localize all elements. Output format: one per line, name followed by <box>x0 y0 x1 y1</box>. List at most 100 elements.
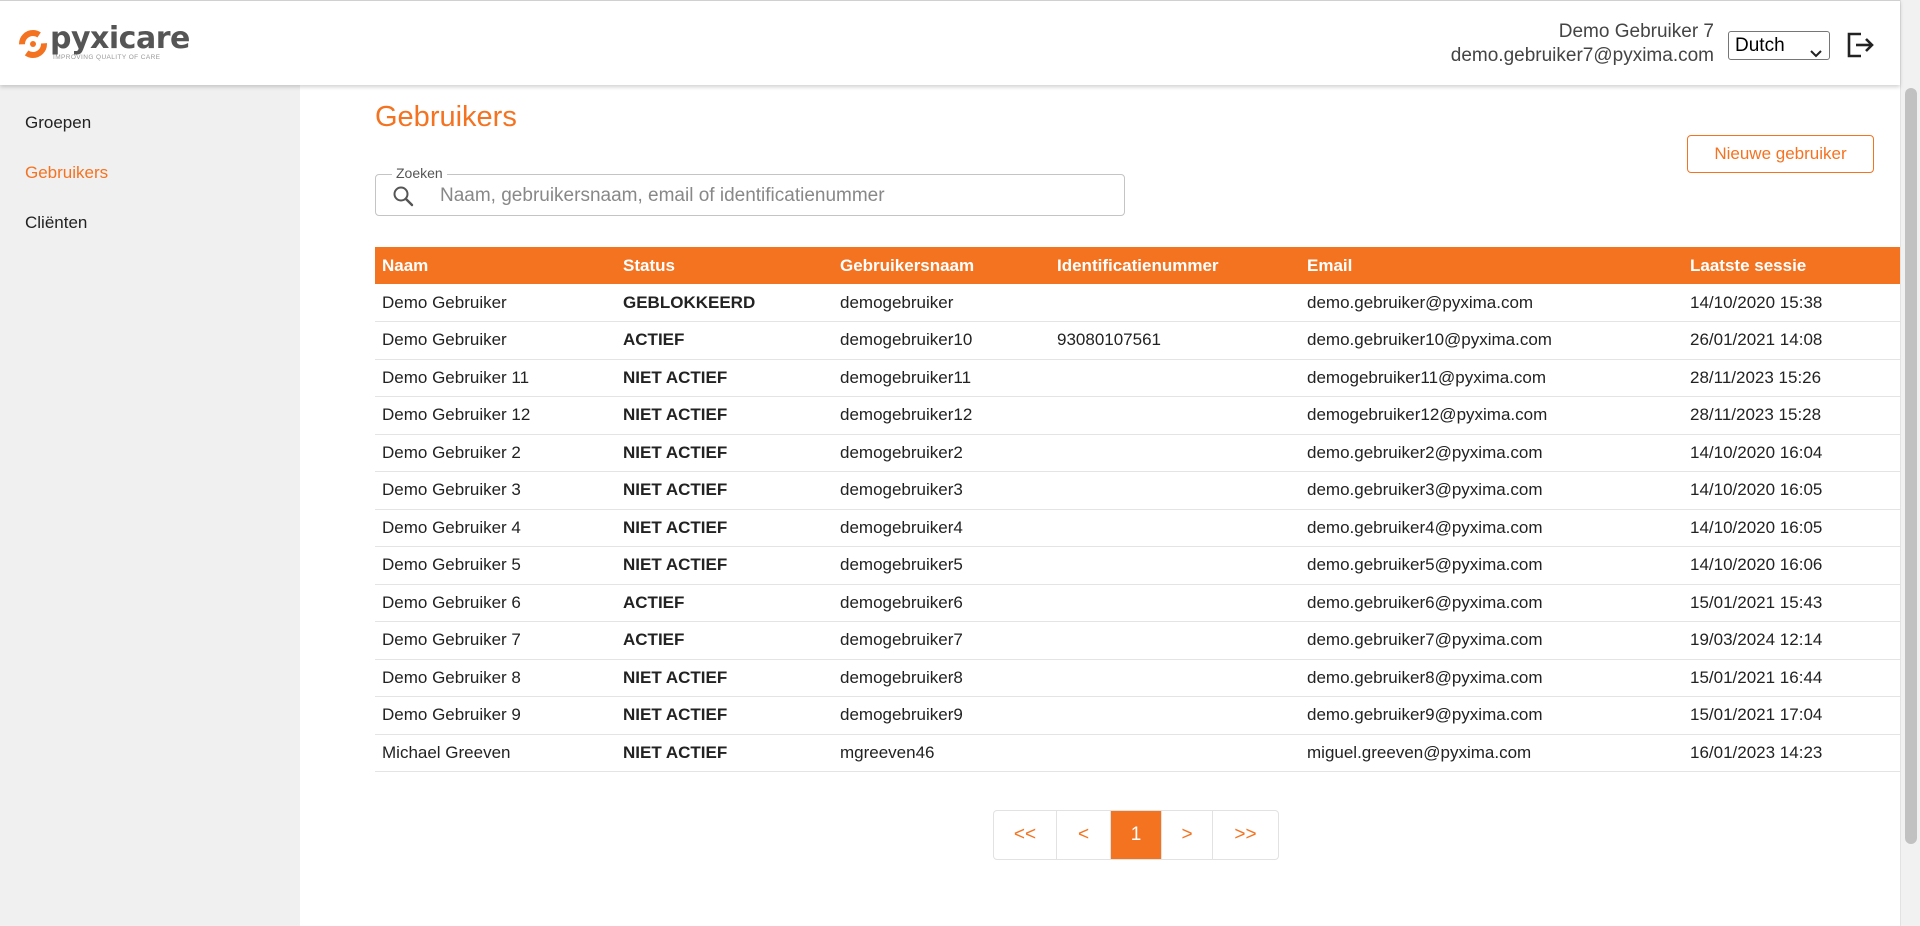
cell-naam: Demo Gebruiker 6 <box>375 584 616 622</box>
cell-status: NIET ACTIEF <box>616 659 833 697</box>
language-select-value: Dutch <box>1735 34 1785 56</box>
table-row[interactable]: Demo Gebruiker 7 ACTIEF demogebruiker7 d… <box>375 621 1900 660</box>
users-table: Naam Status Gebruikersnaam Identificatie… <box>375 247 1900 772</box>
cell-naam: Demo Gebruiker 12 <box>375 396 616 435</box>
column-header-email[interactable]: Email <box>1300 247 1683 284</box>
cell-gebruikersnaam: demogebruiker2 <box>833 434 1050 472</box>
table-row[interactable]: Demo Gebruiker GEBLOKKEERD demogebruiker… <box>375 284 1900 322</box>
cell-laatste-sessie: 14/10/2020 16:05 <box>1683 509 1900 547</box>
cell-status: NIET ACTIEF <box>616 359 833 397</box>
table-header-row: Naam Status Gebruikersnaam Identificatie… <box>375 247 1900 284</box>
cell-laatste-sessie: 28/11/2023 15:28 <box>1683 396 1900 435</box>
cell-identificatienummer <box>1050 359 1300 397</box>
column-header-identificatienummer[interactable]: Identificatienummer <box>1050 247 1300 284</box>
search-label: Zoeken <box>392 165 447 181</box>
scrollbar-thumb[interactable] <box>1905 88 1917 844</box>
pagination: << < 1 > >> <box>993 810 1279 860</box>
cell-email: demo.gebruiker@pyxima.com <box>1300 284 1683 322</box>
pagination-first-button[interactable]: << <box>994 811 1057 859</box>
cell-naam: Demo Gebruiker 5 <box>375 546 616 585</box>
cell-email: demo.gebruiker5@pyxima.com <box>1300 546 1683 585</box>
cell-identificatienummer <box>1050 434 1300 472</box>
logo-tagline: IMPROVING QUALITY OF CARE <box>53 54 161 61</box>
cell-email: demo.gebruiker4@pyxima.com <box>1300 509 1683 547</box>
table-row[interactable]: Demo Gebruiker 3 NIET ACTIEF demogebruik… <box>375 471 1900 510</box>
cell-gebruikersnaam: demogebruiker5 <box>833 546 1050 585</box>
cell-email: demo.gebruiker2@pyxima.com <box>1300 434 1683 472</box>
cell-gebruikersnaam: mgreeven46 <box>833 734 1050 772</box>
cell-identificatienummer <box>1050 284 1300 322</box>
cell-naam: Demo Gebruiker 4 <box>375 509 616 547</box>
cell-naam: Demo Gebruiker <box>375 321 616 360</box>
search-icon <box>392 185 414 207</box>
pagination-next-button[interactable]: > <box>1162 811 1213 859</box>
language-select[interactable]: Dutch <box>1728 31 1830 60</box>
cell-identificatienummer <box>1050 734 1300 772</box>
search-field[interactable]: Zoeken <box>375 165 1125 216</box>
cell-identificatienummer: 93080107561 <box>1050 321 1300 360</box>
sidebar-item-groepen[interactable]: Groepen <box>25 113 91 133</box>
cell-identificatienummer <box>1050 471 1300 510</box>
cell-laatste-sessie: 14/10/2020 16:05 <box>1683 471 1900 510</box>
new-user-button[interactable]: Nieuwe gebruiker <box>1687 135 1874 173</box>
table-row[interactable]: Michael Greeven NIET ACTIEF mgreeven46 m… <box>375 734 1900 772</box>
column-header-status[interactable]: Status <box>616 247 833 284</box>
cell-naam: Demo Gebruiker 9 <box>375 696 616 735</box>
cell-naam: Demo Gebruiker 8 <box>375 659 616 697</box>
column-header-naam[interactable]: Naam <box>375 247 616 284</box>
table-row[interactable]: Demo Gebruiker 12 NIET ACTIEF demogebrui… <box>375 396 1900 435</box>
table-row[interactable]: Demo Gebruiker 6 ACTIEF demogebruiker6 d… <box>375 584 1900 622</box>
current-user-name: Demo Gebruiker 7 <box>1558 21 1714 42</box>
table-row[interactable]: Demo Gebruiker 4 NIET ACTIEF demogebruik… <box>375 509 1900 547</box>
cell-status: NIET ACTIEF <box>616 434 833 472</box>
cell-status: NIET ACTIEF <box>616 696 833 735</box>
table-row[interactable]: Demo Gebruiker 5 NIET ACTIEF demogebruik… <box>375 546 1900 585</box>
pagination-prev-button[interactable]: < <box>1057 811 1111 859</box>
logo[interactable]: pyxicare IMPROVING QUALITY OF CARE <box>18 23 190 63</box>
cell-gebruikersnaam: demogebruiker12 <box>833 396 1050 435</box>
cell-email: demo.gebruiker6@pyxima.com <box>1300 584 1683 622</box>
cell-gebruikersnaam: demogebruiker11 <box>833 359 1050 397</box>
cell-gebruikersnaam: demogebruiker4 <box>833 509 1050 547</box>
column-header-laatste-sessie[interactable]: Laatste sessie <box>1683 247 1900 284</box>
cell-laatste-sessie: 15/01/2021 16:44 <box>1683 659 1900 697</box>
cell-laatste-sessie: 15/01/2021 15:43 <box>1683 584 1900 622</box>
cell-status: ACTIEF <box>616 321 833 360</box>
cell-laatste-sessie: 28/11/2023 15:26 <box>1683 359 1900 397</box>
chevron-down-icon <box>1810 42 1822 64</box>
table-row[interactable]: Demo Gebruiker 2 NIET ACTIEF demogebruik… <box>375 434 1900 472</box>
logout-icon[interactable] <box>1845 31 1875 59</box>
cell-status: ACTIEF <box>616 621 833 660</box>
cell-naam: Michael Greeven <box>375 734 616 772</box>
sidebar-item-clienten[interactable]: Cliënten <box>25 213 87 233</box>
table-row[interactable]: Demo Gebruiker ACTIEF demogebruiker10 93… <box>375 321 1900 360</box>
current-user: Demo Gebruiker 7 demo.gebruiker7@pyxima.… <box>1451 20 1714 68</box>
sidebar: Groepen Gebruikers Cliënten <box>0 85 300 926</box>
column-header-gebruikersnaam[interactable]: Gebruikersnaam <box>833 247 1050 284</box>
table-row[interactable]: Demo Gebruiker 8 NIET ACTIEF demogebruik… <box>375 659 1900 697</box>
cell-laatste-sessie: 14/10/2020 15:38 <box>1683 284 1900 322</box>
pagination-page-1[interactable]: 1 <box>1111 811 1162 859</box>
table-row[interactable]: Demo Gebruiker 9 NIET ACTIEF demogebruik… <box>375 696 1900 735</box>
cell-laatste-sessie: 26/01/2021 14:08 <box>1683 321 1900 360</box>
table-row[interactable]: Demo Gebruiker 11 NIET ACTIEF demogebrui… <box>375 359 1900 397</box>
cell-status: NIET ACTIEF <box>616 546 833 585</box>
sidebar-item-gebruikers[interactable]: Gebruikers <box>25 163 108 183</box>
page-scrollbar[interactable] <box>1900 0 1920 926</box>
cell-naam: Demo Gebruiker <box>375 284 616 322</box>
page-title: Gebruikers <box>375 101 517 133</box>
cell-identificatienummer <box>1050 584 1300 622</box>
cell-naam: Demo Gebruiker 11 <box>375 359 616 397</box>
cell-status: NIET ACTIEF <box>616 396 833 435</box>
cell-identificatienummer <box>1050 546 1300 585</box>
cell-gebruikersnaam: demogebruiker8 <box>833 659 1050 697</box>
cell-gebruikersnaam: demogebruiker10 <box>833 321 1050 360</box>
pagination-last-button[interactable]: >> <box>1213 811 1278 859</box>
cell-identificatienummer <box>1050 659 1300 697</box>
cell-identificatienummer <box>1050 621 1300 660</box>
search-input[interactable] <box>440 184 1100 208</box>
cell-gebruikersnaam: demogebruiker6 <box>833 584 1050 622</box>
logo-wordmark: pyxicare <box>50 21 190 56</box>
cell-naam: Demo Gebruiker 2 <box>375 434 616 472</box>
cell-email: demo.gebruiker10@pyxima.com <box>1300 321 1683 360</box>
